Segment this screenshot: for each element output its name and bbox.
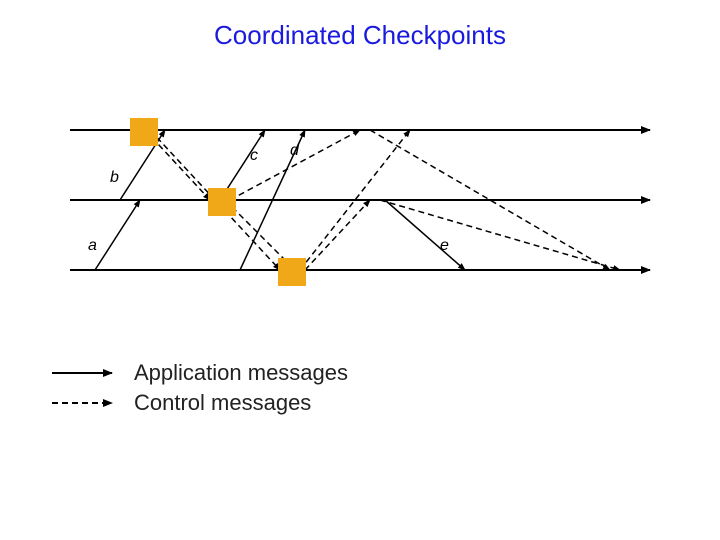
label-a: a	[88, 237, 97, 254]
legend-solid-row: Application messages	[50, 360, 348, 386]
checkpoint-p2	[208, 188, 236, 216]
legend-dashed-label: Control messages	[134, 390, 311, 416]
label-e: e	[440, 237, 449, 254]
solid-arrow-icon	[50, 363, 120, 383]
checkpoint-markers	[130, 118, 306, 286]
label-b: b	[110, 169, 119, 186]
checkpoint-p3	[278, 258, 306, 286]
legend-dashed-row: Control messages	[50, 390, 348, 416]
label-c: c	[250, 147, 258, 164]
label-d: d	[290, 142, 300, 159]
checkpoint-diagram: a b c d e	[50, 100, 670, 300]
legend: Application messages Control messages	[50, 360, 348, 420]
dashed-arrow-icon	[50, 393, 120, 413]
legend-solid-label: Application messages	[134, 360, 348, 386]
diagram-title: Coordinated Checkpoints	[0, 20, 720, 51]
process-lines	[70, 130, 650, 270]
checkpoint-p1	[130, 118, 158, 146]
